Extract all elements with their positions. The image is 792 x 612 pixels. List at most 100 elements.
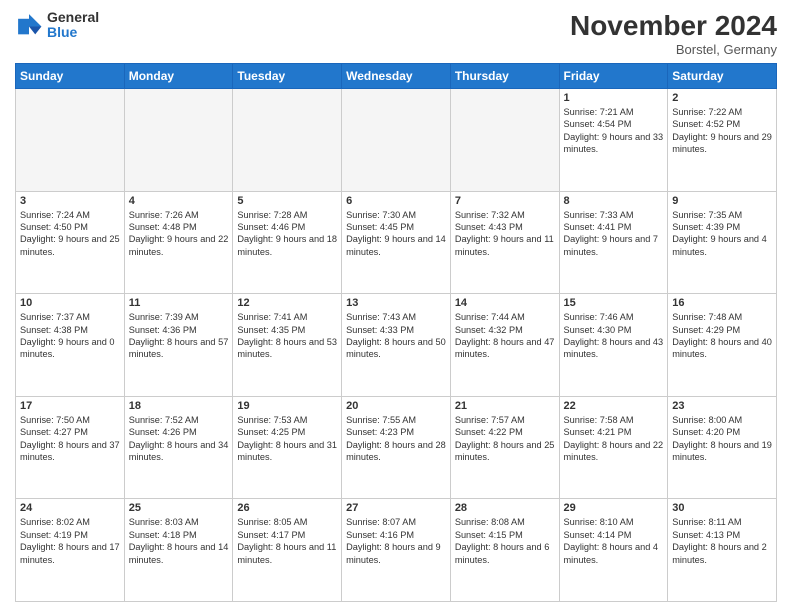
day-number: 18: [129, 400, 229, 412]
day-number: 4: [129, 195, 229, 207]
day-info: Sunrise: 7:46 AM Sunset: 4:30 PM Dayligh…: [564, 311, 664, 361]
day-info: Sunrise: 7:21 AM Sunset: 4:54 PM Dayligh…: [564, 106, 664, 156]
day-number: 1: [564, 92, 664, 104]
col-friday: Friday: [559, 64, 668, 89]
day-info: Sunrise: 8:10 AM Sunset: 4:14 PM Dayligh…: [564, 516, 664, 566]
table-row: 16 Sunrise: 7:48 AM Sunset: 4:29 PM Dayli…: [668, 294, 777, 397]
logo-text: General Blue: [47, 10, 99, 41]
table-row: 18 Sunrise: 7:52 AM Sunset: 4:26 PM Dayli…: [124, 396, 233, 499]
day-number: 23: [672, 400, 772, 412]
col-wednesday: Wednesday: [342, 64, 451, 89]
day-info: Sunrise: 7:43 AM Sunset: 4:33 PM Dayligh…: [346, 311, 446, 361]
logo-icon: [15, 11, 43, 39]
day-number: 21: [455, 400, 555, 412]
day-info: Sunrise: 7:57 AM Sunset: 4:22 PM Dayligh…: [455, 414, 555, 464]
table-row: [16, 89, 125, 192]
day-number: 5: [237, 195, 337, 207]
table-row: [342, 89, 451, 192]
table-row: 28 Sunrise: 8:08 AM Sunset: 4:15 PM Dayli…: [450, 499, 559, 602]
calendar-week-row: 24Sunrise: 8:02 AM Sunset: 4:19 PM Dayli…: [16, 499, 777, 602]
table-row: [124, 89, 233, 192]
location: Borstel, Germany: [570, 42, 777, 57]
calendar-table: Sunday Monday Tuesday Wednesday Thursday…: [15, 63, 777, 602]
table-row: 25 Sunrise: 8:03 AM Sunset: 4:18 PM Dayli…: [124, 499, 233, 602]
table-row: 4 Sunrise: 7:26 AM Sunset: 4:48 PM Daylig…: [124, 191, 233, 294]
calendar-week-row: 10Sunrise: 7:37 AM Sunset: 4:38 PM Dayli…: [16, 294, 777, 397]
day-number: 10: [20, 297, 120, 309]
day-number: 16: [672, 297, 772, 309]
table-row: [450, 89, 559, 192]
day-number: 27: [346, 502, 446, 514]
day-info: Sunrise: 8:08 AM Sunset: 4:15 PM Dayligh…: [455, 516, 555, 566]
table-row: 11 Sunrise: 7:39 AM Sunset: 4:36 PM Dayli…: [124, 294, 233, 397]
day-number: 19: [237, 400, 337, 412]
day-info: Sunrise: 7:48 AM Sunset: 4:29 PM Dayligh…: [672, 311, 772, 361]
logo: General Blue: [15, 10, 99, 41]
day-info: Sunrise: 7:53 AM Sunset: 4:25 PM Dayligh…: [237, 414, 337, 464]
day-info: Sunrise: 7:28 AM Sunset: 4:46 PM Dayligh…: [237, 209, 337, 259]
calendar-week-row: 3Sunrise: 7:24 AM Sunset: 4:50 PM Daylig…: [16, 191, 777, 294]
day-number: 12: [237, 297, 337, 309]
day-info: Sunrise: 8:07 AM Sunset: 4:16 PM Dayligh…: [346, 516, 446, 566]
header: General Blue November 2024 Borstel, Germ…: [15, 10, 777, 57]
table-row: 6Sunrise: 7:30 AM Sunset: 4:45 PM Daylig…: [342, 191, 451, 294]
day-number: 24: [20, 502, 120, 514]
day-info: Sunrise: 7:52 AM Sunset: 4:26 PM Dayligh…: [129, 414, 229, 464]
table-row: 22 Sunrise: 7:58 AM Sunset: 4:21 PM Dayli…: [559, 396, 668, 499]
table-row: 5 Sunrise: 7:28 AM Sunset: 4:46 PM Daylig…: [233, 191, 342, 294]
day-number: 8: [564, 195, 664, 207]
day-info: Sunrise: 7:39 AM Sunset: 4:36 PM Dayligh…: [129, 311, 229, 361]
day-info: Sunrise: 7:32 AM Sunset: 4:43 PM Dayligh…: [455, 209, 555, 259]
day-number: 7: [455, 195, 555, 207]
day-info: Sunrise: 7:35 AM Sunset: 4:39 PM Dayligh…: [672, 209, 772, 259]
calendar-header-row: Sunday Monday Tuesday Wednesday Thursday…: [16, 64, 777, 89]
day-info: Sunrise: 7:30 AM Sunset: 4:45 PM Dayligh…: [346, 209, 446, 259]
table-row: 24Sunrise: 8:02 AM Sunset: 4:19 PM Dayli…: [16, 499, 125, 602]
day-info: Sunrise: 7:55 AM Sunset: 4:23 PM Dayligh…: [346, 414, 446, 464]
page: General Blue November 2024 Borstel, Germ…: [0, 0, 792, 612]
table-row: 9 Sunrise: 7:35 AM Sunset: 4:39 PM Daylig…: [668, 191, 777, 294]
day-info: Sunrise: 7:41 AM Sunset: 4:35 PM Dayligh…: [237, 311, 337, 361]
table-row: 29Sunrise: 8:10 AM Sunset: 4:14 PM Dayli…: [559, 499, 668, 602]
calendar-week-row: 17 Sunrise: 7:50 AM Sunset: 4:27 PM Dayli…: [16, 396, 777, 499]
table-row: 14 Sunrise: 7:44 AM Sunset: 4:32 PM Dayli…: [450, 294, 559, 397]
day-info: Sunrise: 8:05 AM Sunset: 4:17 PM Dayligh…: [237, 516, 337, 566]
day-info: Sunrise: 8:03 AM Sunset: 4:18 PM Dayligh…: [129, 516, 229, 566]
day-number: 17: [20, 400, 120, 412]
table-row: 2Sunrise: 7:22 AM Sunset: 4:52 PM Daylig…: [668, 89, 777, 192]
table-row: 8Sunrise: 7:33 AM Sunset: 4:41 PM Daylig…: [559, 191, 668, 294]
table-row: 26Sunrise: 8:05 AM Sunset: 4:17 PM Dayli…: [233, 499, 342, 602]
table-row: 10Sunrise: 7:37 AM Sunset: 4:38 PM Dayli…: [16, 294, 125, 397]
calendar-week-row: 1 Sunrise: 7:21 AM Sunset: 4:54 PM Daylig…: [16, 89, 777, 192]
day-number: 30: [672, 502, 772, 514]
day-number: 11: [129, 297, 229, 309]
table-row: 7 Sunrise: 7:32 AM Sunset: 4:43 PM Daylig…: [450, 191, 559, 294]
day-number: 3: [20, 195, 120, 207]
day-info: Sunrise: 7:58 AM Sunset: 4:21 PM Dayligh…: [564, 414, 664, 464]
day-number: 20: [346, 400, 446, 412]
day-number: 14: [455, 297, 555, 309]
month-title: November 2024: [570, 10, 777, 42]
col-saturday: Saturday: [668, 64, 777, 89]
table-row: 19 Sunrise: 7:53 AM Sunset: 4:25 PM Dayli…: [233, 396, 342, 499]
table-row: [233, 89, 342, 192]
logo-general-text: General: [47, 10, 99, 25]
table-row: 3Sunrise: 7:24 AM Sunset: 4:50 PM Daylig…: [16, 191, 125, 294]
table-row: 30Sunrise: 8:11 AM Sunset: 4:13 PM Dayli…: [668, 499, 777, 602]
day-number: 25: [129, 502, 229, 514]
day-number: 9: [672, 195, 772, 207]
day-info: Sunrise: 7:50 AM Sunset: 4:27 PM Dayligh…: [20, 414, 120, 464]
day-info: Sunrise: 7:26 AM Sunset: 4:48 PM Dayligh…: [129, 209, 229, 259]
title-block: November 2024 Borstel, Germany: [570, 10, 777, 57]
day-info: Sunrise: 7:22 AM Sunset: 4:52 PM Dayligh…: [672, 106, 772, 156]
day-number: 15: [564, 297, 664, 309]
col-thursday: Thursday: [450, 64, 559, 89]
day-number: 28: [455, 502, 555, 514]
table-row: 1 Sunrise: 7:21 AM Sunset: 4:54 PM Daylig…: [559, 89, 668, 192]
logo-blue-text: Blue: [47, 25, 99, 40]
day-number: 22: [564, 400, 664, 412]
day-number: 13: [346, 297, 446, 309]
day-info: Sunrise: 7:44 AM Sunset: 4:32 PM Dayligh…: [455, 311, 555, 361]
table-row: 15 Sunrise: 7:46 AM Sunset: 4:30 PM Dayli…: [559, 294, 668, 397]
table-row: 12 Sunrise: 7:41 AM Sunset: 4:35 PM Dayli…: [233, 294, 342, 397]
